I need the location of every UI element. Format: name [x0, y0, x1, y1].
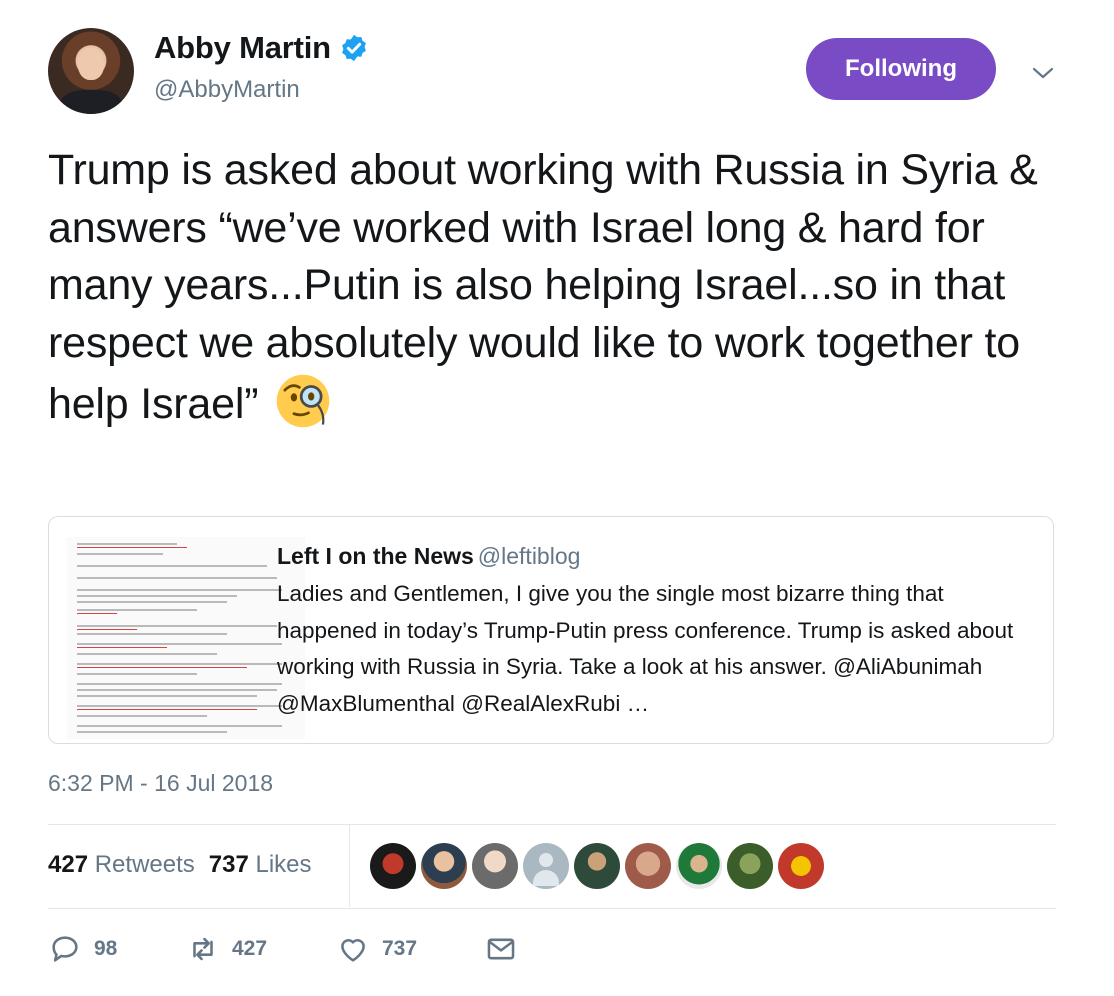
- retweets-stat-count: 427: [48, 851, 89, 878]
- like-button[interactable]: 737: [336, 932, 484, 966]
- tweet-actions: 98 427 737: [48, 932, 518, 966]
- divider-top: [48, 824, 1056, 825]
- reply-button[interactable]: 98: [48, 932, 186, 966]
- direct-message-button[interactable]: [484, 932, 518, 966]
- verified-badge-icon: [342, 34, 366, 62]
- following-button[interactable]: Following: [806, 38, 996, 100]
- default-avatar-icon[interactable]: [523, 843, 569, 889]
- liker-avatars: [370, 843, 824, 889]
- liker-avatar[interactable]: [676, 843, 722, 889]
- retweet-count: 427: [232, 937, 268, 960]
- tweet-timestamp[interactable]: 6:32 PM - 16 Jul 2018: [48, 770, 273, 797]
- author-display-name[interactable]: Abby Martin: [154, 30, 331, 66]
- tweet-body: Trump is asked about working with Russia…: [48, 146, 1038, 428]
- quoted-author-name: Left I on the News: [277, 543, 474, 569]
- liker-avatar[interactable]: [778, 843, 824, 889]
- envelope-icon: [487, 938, 515, 960]
- face-with-monocle-icon: [277, 374, 330, 428]
- more-options-chevron-icon[interactable]: [1028, 60, 1058, 86]
- liker-avatar[interactable]: [727, 843, 773, 889]
- reply-count: 98: [94, 937, 118, 960]
- liker-avatar[interactable]: [421, 843, 467, 889]
- liker-avatar[interactable]: [472, 843, 518, 889]
- quoted-tweet-body: Left I on the News @leftiblog Ladies and …: [277, 543, 1037, 722]
- engagement-stats: 427 Retweets 737 Likes: [48, 851, 312, 879]
- likes-stat[interactable]: 737 Likes: [209, 851, 312, 879]
- stats-separator: [349, 825, 350, 907]
- author-name-row[interactable]: Abby Martin: [154, 30, 369, 66]
- likes-stat-label: Likes: [255, 851, 312, 878]
- liker-avatar[interactable]: [574, 843, 620, 889]
- author-avatar[interactable]: [48, 28, 134, 114]
- retweet-button[interactable]: 427: [186, 932, 336, 966]
- heart-icon: [341, 939, 365, 962]
- quoted-author-handle: @leftiblog: [477, 543, 581, 569]
- retweets-stat-label: Retweets: [94, 851, 195, 878]
- liker-avatar[interactable]: [370, 843, 416, 889]
- quoted-tweet-text: Ladies and Gentlemen, I give you the sin…: [277, 581, 1014, 716]
- like-count: 737: [382, 937, 418, 960]
- retweet-icon: [193, 937, 213, 961]
- tweet-text: Trump is asked about working with Russia…: [48, 142, 1058, 434]
- liker-avatar[interactable]: [625, 843, 671, 889]
- quoted-tweet-header: Left I on the News @leftiblog: [277, 543, 1037, 570]
- retweets-stat[interactable]: 427 Retweets: [48, 851, 195, 879]
- quoted-tweet-image[interactable]: [67, 537, 305, 739]
- author-handle[interactable]: @AbbyMartin: [154, 76, 300, 104]
- reply-icon: [52, 936, 78, 962]
- quoted-tweet-card[interactable]: Left I on the News @leftiblog Ladies and …: [48, 516, 1054, 744]
- divider-bottom: [48, 908, 1056, 909]
- likes-stat-count: 737: [208, 851, 249, 878]
